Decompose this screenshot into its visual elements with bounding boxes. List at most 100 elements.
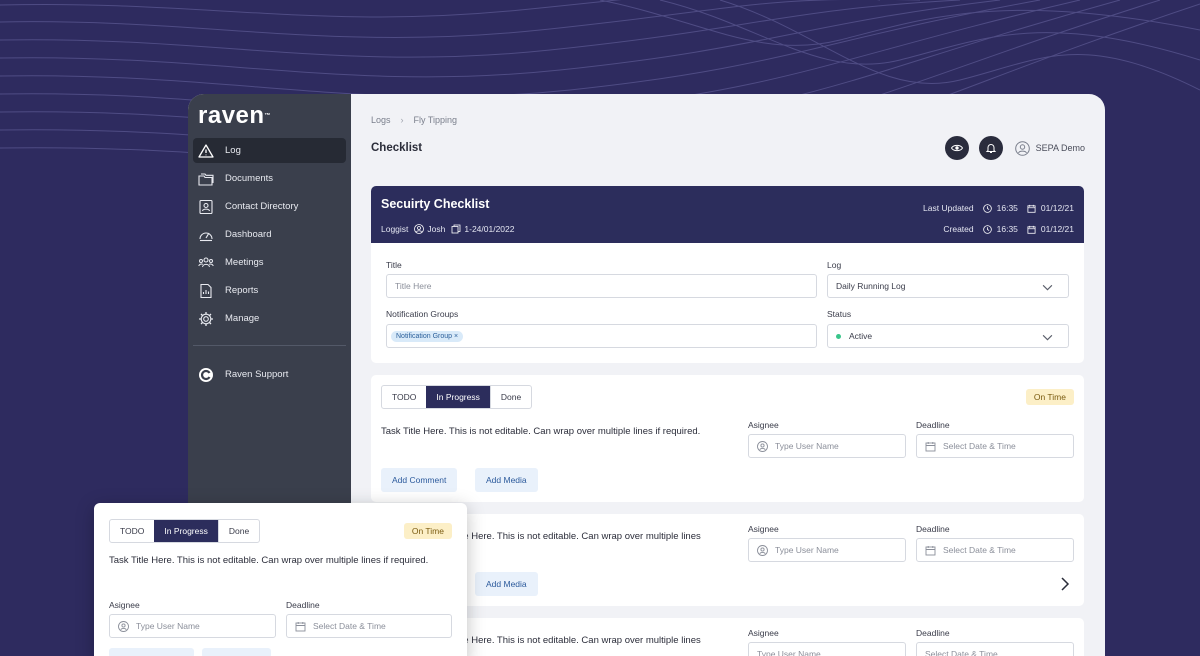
user-icon [757, 440, 768, 452]
status-label: Status [827, 309, 852, 319]
checklist-meta: Loggist Josh 1-24/01/2022 [381, 224, 515, 234]
assignee-label: Asignee [748, 420, 779, 430]
created-date: 01/12/21 [1040, 224, 1074, 234]
gear-icon [199, 311, 213, 326]
clock-icon [982, 224, 992, 234]
deadline-label: Deadline [916, 524, 950, 534]
task-title: Task Title Here. This is not editable. C… [381, 426, 701, 437]
calendar-icon [1027, 204, 1036, 213]
tab-in-progress[interactable]: In Progress [154, 520, 218, 542]
sidebar-divider [193, 345, 346, 346]
raven-logo[interactable]: raven™ [188, 104, 351, 138]
created-row: Created 16:35 01/12/21 [943, 224, 1074, 234]
sidebar-item-contact-directory[interactable]: Contact Directory [193, 194, 346, 219]
deadline-input[interactable]: Select Date & Time [286, 614, 452, 638]
user-menu[interactable]: SEPA Demo [1014, 140, 1085, 156]
tab-done[interactable]: Done [489, 386, 531, 408]
status-select[interactable]: Active [827, 324, 1069, 348]
sidebar-item-log[interactable]: Log [193, 138, 346, 163]
deadline-label: Deadline [916, 628, 950, 638]
assignee-input[interactable]: Type User Name [748, 434, 906, 458]
deadline-label: Deadline [916, 420, 950, 430]
people-icon [198, 256, 214, 267]
assignee-placeholder: Type User Name [775, 441, 839, 451]
deadline-input[interactable]: Select Date & Time [916, 538, 1074, 562]
add-comment-button[interactable] [109, 648, 194, 656]
breadcrumb: Logs › Fly Tipping [371, 115, 457, 125]
notifications-button[interactable] [978, 136, 1003, 160]
task-status-tabs: TODO In Progress Done [381, 385, 533, 409]
floating-task-card: TODO In Progress Done On Time Task Title… [94, 503, 467, 656]
task-title: Title Here. This is not editable. Can wr… [451, 531, 701, 542]
checklist-form: Title Title Here Log Daily Running Log N… [371, 243, 1084, 363]
chevron-right-icon[interactable] [1059, 577, 1071, 591]
task-status-tabs: TODO In Progress Done [109, 519, 261, 543]
status-dot [836, 333, 841, 339]
sidebar-item-label: Dashboard [225, 229, 272, 240]
assignee-placeholder: Type User Name [757, 649, 821, 656]
notification-group-chip[interactable]: Notification Group × [391, 330, 464, 342]
user-icon [1014, 140, 1030, 156]
calendar-icon [1027, 225, 1036, 234]
tab-todo[interactable]: TODO [382, 386, 426, 408]
add-media-button[interactable] [202, 648, 271, 656]
notification-groups-input[interactable]: Notification Group × [386, 324, 817, 348]
tab-in-progress[interactable]: In Progress [426, 386, 490, 408]
calendar-icon [295, 621, 306, 631]
sidebar-item-label: Reports [225, 285, 259, 296]
log-value: Daily Running Log [836, 281, 906, 291]
log-select[interactable]: Daily Running Log [827, 274, 1069, 298]
breadcrumb-fly-tipping[interactable]: Fly Tipping [414, 115, 458, 125]
task-title: Task Title Here. This is not editable. C… [109, 555, 429, 566]
last-updated-date: 01/12/21 [1040, 203, 1074, 213]
assignee-input[interactable]: Type User Name [748, 642, 906, 656]
sidebar-item-documents[interactable]: Documents [193, 166, 346, 191]
task-title: Title Here. This is not editable. Can wr… [451, 635, 701, 646]
checklist-header: Secuirty Checklist Loggist Josh 1-24/01/… [371, 186, 1084, 243]
folders-icon [198, 172, 214, 186]
breadcrumb-logs[interactable]: Logs [371, 115, 391, 125]
report-icon [200, 283, 212, 298]
raven-support-link[interactable]: Raven Support [193, 362, 346, 387]
deadline-input[interactable]: Select Date & Time [916, 434, 1074, 458]
user-name: SEPA Demo [1035, 143, 1085, 153]
checklist-card: Secuirty Checklist Loggist Josh 1-24/01/… [371, 186, 1084, 363]
task-card: TODO In Progress Done On Time Task Title… [371, 375, 1084, 502]
sidebar-item-dashboard[interactable]: Dashboard [193, 222, 346, 247]
deadline-placeholder: Select Date & Time [925, 649, 998, 656]
sidebar-item-manage[interactable]: Manage [193, 306, 346, 331]
deadline-placeholder: Select Date & Time [313, 621, 386, 631]
sidebar-item-meetings[interactable]: Meetings [193, 250, 346, 275]
logger-label: Loggist [381, 224, 409, 234]
sidebar-item-label: Raven Support [225, 369, 289, 380]
add-comment-button[interactable]: Add Comment [381, 468, 458, 492]
view-button[interactable] [944, 136, 969, 160]
deadline-input[interactable]: Select Date & Time [916, 642, 1074, 656]
sidebar-item-reports[interactable]: Reports [193, 278, 346, 303]
copy-icon [451, 224, 461, 234]
deadline-label: Deadline [286, 600, 320, 610]
sidebar-item-label: Manage [225, 313, 260, 324]
clock-icon [982, 203, 992, 213]
assignee-input[interactable]: Type User Name [109, 614, 276, 638]
user-icon [757, 544, 768, 556]
calendar-icon [925, 545, 936, 555]
status-value: Active [849, 331, 873, 341]
assignee-label: Asignee [109, 600, 140, 610]
add-media-button[interactable]: Add Media [475, 572, 538, 596]
chevron-down-icon [1042, 334, 1053, 341]
tab-todo[interactable]: TODO [110, 520, 154, 542]
last-updated-row: Last Updated 16:35 01/12/21 [923, 203, 1074, 213]
breadcrumb-separator: › [400, 115, 404, 125]
notification-groups-label: Notification Groups [386, 309, 459, 319]
title-placeholder: Title Here [395, 281, 432, 291]
assignee-input[interactable]: Type User Name [748, 538, 906, 562]
add-media-button[interactable]: Add Media [475, 468, 538, 492]
sidebar-item-label: Documents [225, 173, 274, 184]
warning-icon [198, 143, 214, 158]
title-input[interactable]: Title Here [386, 274, 817, 298]
deadline-placeholder: Select Date & Time [943, 545, 1016, 555]
assignee-label: Asignee [748, 524, 779, 534]
title-label: Title [386, 260, 402, 270]
tab-done[interactable]: Done [217, 520, 259, 542]
